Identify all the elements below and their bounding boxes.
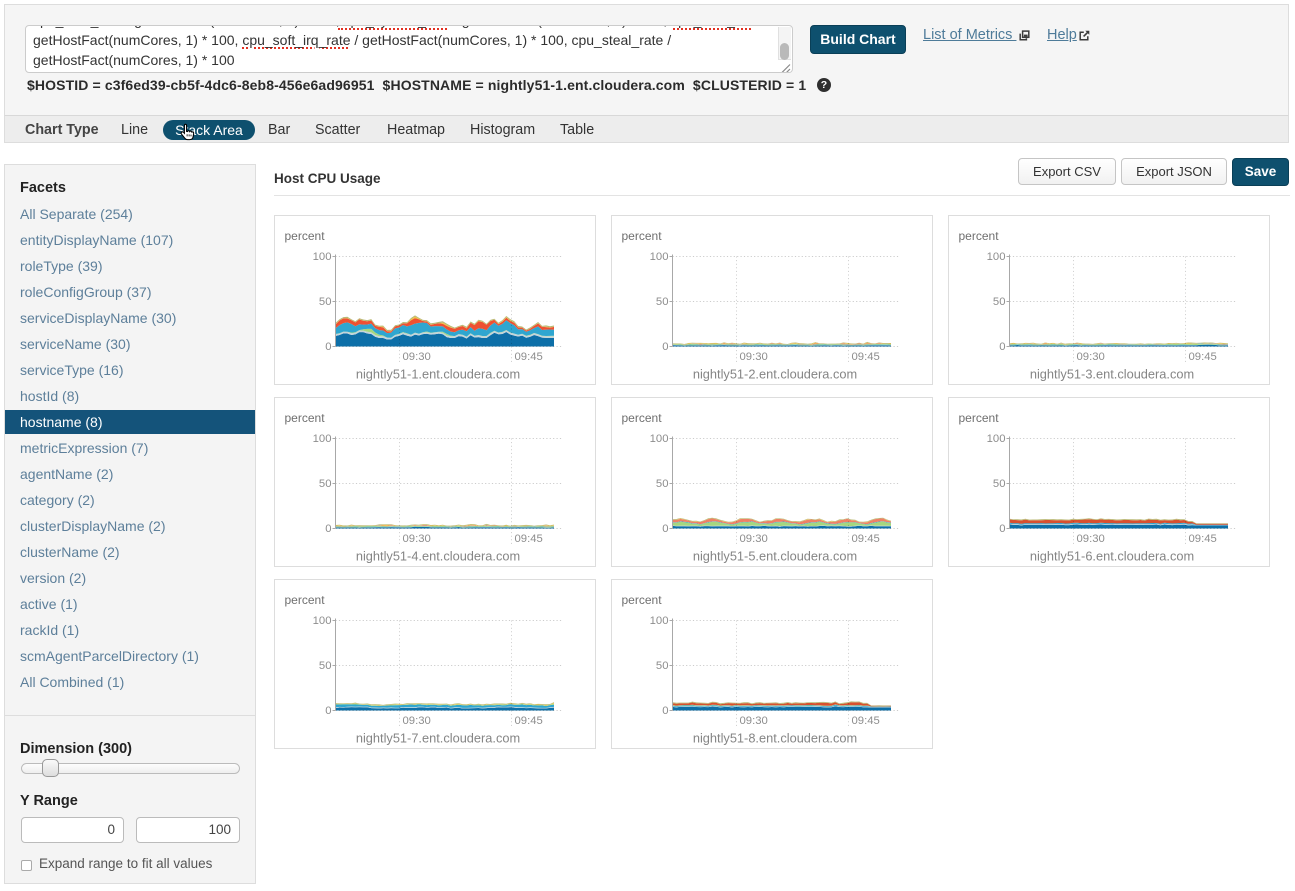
svg-text:nightly51-8.ent.cloudera.com: nightly51-8.ent.cloudera.com xyxy=(693,731,857,746)
svg-text:09:45: 09:45 xyxy=(852,351,880,363)
svg-text:percent: percent xyxy=(285,229,326,243)
svg-text:09:30: 09:30 xyxy=(740,351,768,363)
svg-text:nightly51-3.ent.cloudera.com: nightly51-3.ent.cloudera.com xyxy=(1030,367,1194,382)
svg-text:0: 0 xyxy=(662,523,668,535)
svg-text:09:30: 09:30 xyxy=(740,533,768,545)
svg-text:09:45: 09:45 xyxy=(515,715,543,727)
svg-text:50: 50 xyxy=(319,660,332,672)
svg-text:50: 50 xyxy=(993,296,1006,308)
svg-text:50: 50 xyxy=(656,478,669,490)
svg-text:nightly51-4.ent.cloudera.com: nightly51-4.ent.cloudera.com xyxy=(356,549,520,564)
svg-text:09:30: 09:30 xyxy=(403,351,431,363)
svg-text:09:30: 09:30 xyxy=(1077,351,1105,363)
svg-text:09:45: 09:45 xyxy=(1189,533,1217,545)
svg-text:0: 0 xyxy=(999,523,1005,535)
svg-text:0: 0 xyxy=(325,705,331,717)
svg-text:50: 50 xyxy=(656,660,669,672)
svg-text:09:30: 09:30 xyxy=(403,715,431,727)
svg-text:09:30: 09:30 xyxy=(740,715,768,727)
svg-text:100: 100 xyxy=(313,615,332,627)
svg-text:50: 50 xyxy=(656,296,669,308)
svg-text:percent: percent xyxy=(622,229,663,243)
svg-text:09:30: 09:30 xyxy=(1077,533,1105,545)
svg-text:09:45: 09:45 xyxy=(1189,351,1217,363)
svg-text:09:45: 09:45 xyxy=(852,533,880,545)
svg-text:100: 100 xyxy=(987,433,1006,445)
svg-text:50: 50 xyxy=(319,478,332,490)
svg-text:0: 0 xyxy=(999,341,1005,353)
svg-text:0: 0 xyxy=(325,523,331,535)
svg-text:percent: percent xyxy=(285,411,326,425)
svg-text:100: 100 xyxy=(650,251,669,263)
svg-text:nightly51-5.ent.cloudera.com: nightly51-5.ent.cloudera.com xyxy=(693,549,857,564)
svg-text:09:30: 09:30 xyxy=(403,533,431,545)
svg-text:100: 100 xyxy=(650,433,669,445)
svg-text:nightly51-7.ent.cloudera.com: nightly51-7.ent.cloudera.com xyxy=(356,731,520,746)
svg-text:nightly51-6.ent.cloudera.com: nightly51-6.ent.cloudera.com xyxy=(1030,549,1194,564)
svg-text:percent: percent xyxy=(959,229,1000,243)
svg-text:09:45: 09:45 xyxy=(515,351,543,363)
svg-text:nightly51-2.ent.cloudera.com: nightly51-2.ent.cloudera.com xyxy=(693,367,857,382)
svg-text:100: 100 xyxy=(987,251,1006,263)
svg-text:50: 50 xyxy=(993,478,1006,490)
svg-text:50: 50 xyxy=(319,296,332,308)
svg-text:0: 0 xyxy=(662,705,668,717)
svg-text:100: 100 xyxy=(650,615,669,627)
svg-text:percent: percent xyxy=(285,593,326,607)
svg-text:100: 100 xyxy=(313,433,332,445)
svg-text:percent: percent xyxy=(959,411,1000,425)
svg-text:percent: percent xyxy=(622,593,663,607)
svg-text:nightly51-1.ent.cloudera.com: nightly51-1.ent.cloudera.com xyxy=(356,367,520,382)
svg-text:100: 100 xyxy=(313,251,332,263)
svg-text:0: 0 xyxy=(325,341,331,353)
svg-text:09:45: 09:45 xyxy=(852,715,880,727)
svg-text:09:45: 09:45 xyxy=(515,533,543,545)
svg-text:percent: percent xyxy=(622,411,663,425)
svg-text:0: 0 xyxy=(662,341,668,353)
